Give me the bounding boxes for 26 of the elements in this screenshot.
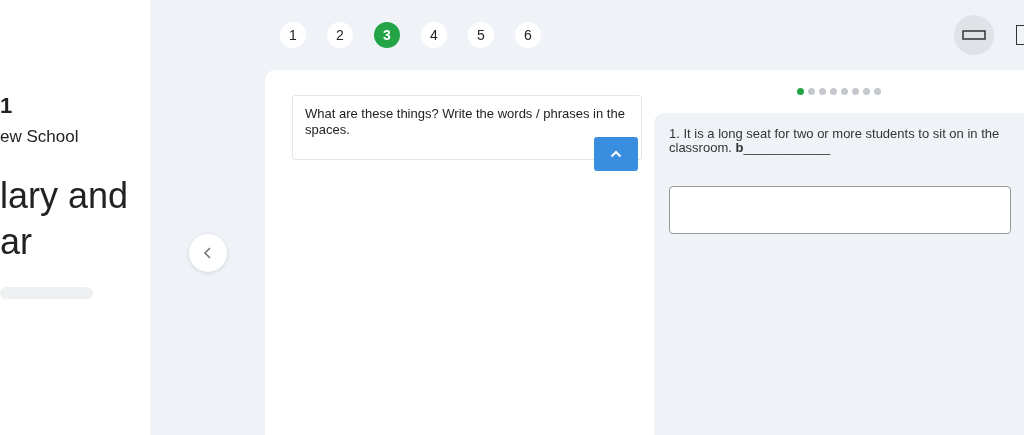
question-number-tab[interactable]: 4 (421, 22, 447, 48)
rectangle-icon (962, 30, 986, 40)
page-dot[interactable] (852, 88, 859, 95)
layout-button[interactable] (954, 15, 994, 55)
page-dot[interactable] (819, 88, 826, 95)
question-number-tab[interactable]: 1 (280, 22, 306, 48)
page-dot[interactable] (874, 88, 881, 95)
page-dot[interactable] (863, 88, 870, 95)
book-name: ew School (0, 127, 80, 147)
page-dot[interactable] (808, 88, 815, 95)
collapse-button[interactable] (594, 137, 638, 171)
question-number-tab[interactable]: 6 (515, 22, 541, 48)
question-number-tab[interactable]: 5 (468, 22, 494, 48)
chevron-up-icon (610, 150, 622, 158)
question-number-tab[interactable]: 2 (327, 22, 353, 48)
previous-button[interactable] (188, 233, 227, 272)
unit-number: 1 (0, 93, 14, 119)
lesson-title: lary and (0, 174, 130, 218)
frame-icon[interactable] (1016, 25, 1024, 45)
chevron-left-icon (202, 245, 213, 260)
page-dot[interactable] (841, 88, 848, 95)
lesson-title: ar (0, 220, 33, 264)
answer-field[interactable] (669, 186, 1011, 234)
page-dot[interactable] (797, 88, 804, 95)
question-text: 1. It is a long seat for two or more students to sit on in the classroom. b____________ (669, 127, 1001, 155)
page-dot[interactable] (830, 88, 837, 95)
